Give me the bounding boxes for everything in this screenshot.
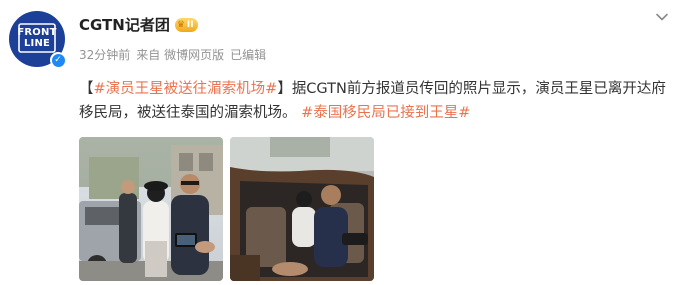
post-photo-1[interactable] xyxy=(79,137,223,281)
crown-icon: ♛ xyxy=(176,19,185,30)
post-photo-2[interactable] xyxy=(230,137,374,281)
chevron-down-icon[interactable] xyxy=(655,10,669,24)
bracket-open: 【 xyxy=(79,81,94,97)
post-time[interactable]: 32分钟前 xyxy=(79,46,130,63)
topic-link-2[interactable]: #泰国移民局已接到王星# xyxy=(301,105,470,121)
post-source: 来自 微博网页版 xyxy=(136,48,225,62)
topic-link-1[interactable]: #演员王星被送往湄索机场# xyxy=(94,81,278,97)
post-text: 【#演员王星被送往湄索机场#】据CGTN前方报道员传回的照片显示，演员王星已离开… xyxy=(79,77,674,125)
edited-label[interactable]: 已编辑 xyxy=(230,46,266,63)
account-name[interactable]: CGTN记者团 xyxy=(79,14,170,35)
level-badge[interactable]: ♛ II xyxy=(174,17,198,32)
bracket-close: 】 xyxy=(277,81,292,97)
verified-badge-icon: ✓ xyxy=(50,52,66,68)
